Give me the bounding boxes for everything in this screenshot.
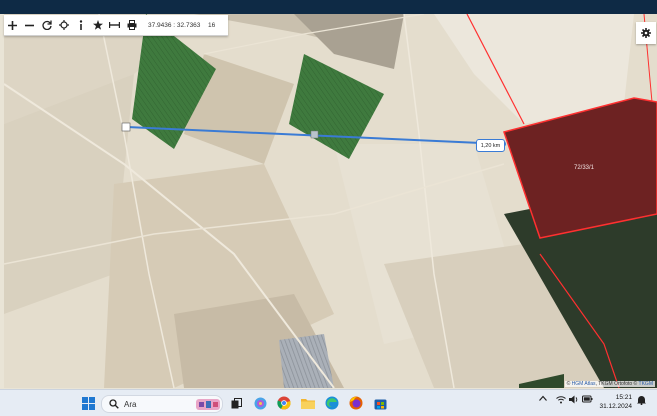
clock-time: 15:21	[615, 394, 632, 401]
satellite-map[interactable]	[4, 14, 657, 388]
refresh-icon	[41, 20, 52, 30]
file-explorer-app[interactable]	[300, 395, 316, 411]
chrome-app[interactable]	[276, 395, 292, 411]
speaker-icon	[569, 395, 578, 404]
plus-icon	[8, 20, 17, 30]
map-imagery	[4, 14, 657, 388]
info-button[interactable]	[72, 15, 89, 35]
battery-button[interactable]	[582, 395, 593, 405]
show-hidden-icons-button[interactable]	[539, 395, 547, 403]
printer-icon	[127, 20, 136, 30]
chevron-up-icon	[539, 395, 547, 401]
star-icon	[92, 20, 103, 30]
minus-icon	[25, 24, 34, 26]
search-highlight-icon	[196, 398, 220, 410]
start-button[interactable]	[80, 395, 96, 411]
copilot-app[interactable]	[252, 395, 268, 411]
taskbar-clock[interactable]: 15:21 31.12.2024	[596, 393, 632, 411]
print-button[interactable]	[123, 15, 140, 35]
folder-icon	[301, 399, 315, 409]
measure-start-handle[interactable]	[121, 122, 131, 132]
attribution-hgm-link[interactable]: HGM Atlas	[572, 381, 596, 387]
zoom-out-button[interactable]	[21, 15, 38, 35]
measure-distance-label: 1,20 km	[476, 139, 505, 152]
parcel-label: 72/33/1	[574, 165, 595, 171]
measure-button[interactable]	[106, 15, 123, 35]
attribution-middle: , TKGM Ortofoto ©	[595, 381, 638, 387]
taskbar-search[interactable]: Ara	[101, 395, 223, 413]
favorite-button[interactable]	[89, 15, 106, 35]
edge-icon	[325, 396, 339, 410]
firefox-app[interactable]	[348, 395, 364, 411]
firefox-icon	[349, 396, 363, 410]
wifi-icon	[556, 396, 566, 404]
zoom-level: 16	[208, 21, 216, 29]
clock-date: 31.12.2024	[599, 403, 632, 410]
map-toolbar: 37.9436 : 32.7363 16	[4, 15, 228, 36]
measure-mid-handle[interactable]	[310, 130, 319, 139]
attribution-tkgm-link[interactable]: TKGM	[639, 381, 653, 387]
search-icon	[109, 399, 119, 409]
volume-button[interactable]	[569, 395, 579, 406]
store-icon	[374, 399, 386, 409]
bell-icon	[637, 396, 646, 406]
windows-logo-icon	[81, 396, 95, 410]
notifications-button[interactable]	[637, 395, 646, 407]
zoom-in-button[interactable]	[4, 15, 21, 35]
network-button[interactable]	[556, 395, 566, 406]
browser-top-bar	[0, 0, 657, 14]
windows-taskbar: Ara	[0, 389, 657, 416]
task-view-button[interactable]	[228, 395, 244, 411]
store-app[interactable]	[372, 395, 388, 411]
refresh-button[interactable]	[38, 15, 55, 35]
measure-icon	[109, 22, 120, 28]
settings-button[interactable]	[636, 22, 656, 44]
chrome-icon	[277, 396, 291, 410]
map-attribution: © HGM Atlas, TKGM Ortofoto © TKGM	[564, 381, 655, 387]
coordinate-readout: 37.9436 : 32.7363	[148, 21, 201, 29]
copilot-icon	[254, 397, 266, 409]
gear-icon	[641, 28, 651, 38]
battery-icon	[582, 395, 593, 403]
edge-app[interactable]	[324, 395, 340, 411]
crosshair-icon	[58, 20, 69, 30]
attribution-prefix: ©	[566, 381, 571, 387]
task-view-icon	[231, 397, 242, 408]
locate-button[interactable]	[55, 15, 72, 35]
info-icon	[79, 20, 82, 30]
search-placeholder: Ara	[124, 399, 137, 409]
